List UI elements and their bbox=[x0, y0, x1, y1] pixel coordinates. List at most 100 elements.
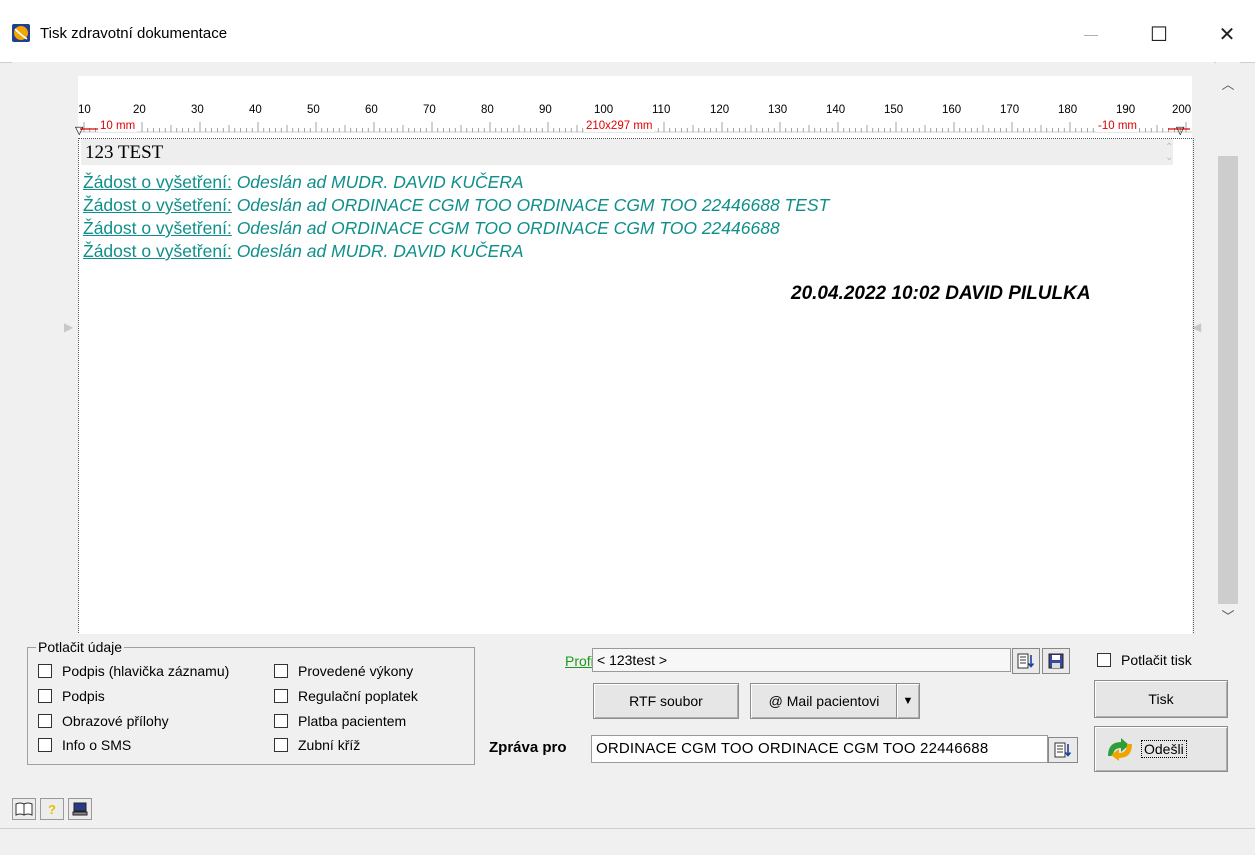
checkbox-label: Platba pacientem bbox=[298, 713, 407, 729]
rtf-file-button[interactable]: RTF soubor bbox=[593, 683, 739, 719]
request-link[interactable]: Žádost o vyšetření: bbox=[83, 218, 232, 238]
checkbox-potlacit-tisk[interactable]: Potlačit tisk bbox=[1097, 652, 1192, 668]
document-body[interactable]: 123 TEST ⌃ ⌄ Žádost o vyšetření: Odeslán … bbox=[78, 138, 1194, 634]
checkbox-label: Regulační poplatek bbox=[298, 688, 418, 704]
print-button[interactable]: Tisk bbox=[1094, 680, 1228, 718]
send-button-label: Odešli bbox=[1141, 740, 1187, 758]
left-margin-handle-icon[interactable]: ▽ bbox=[75, 124, 83, 137]
ruler-tick: 100 bbox=[594, 104, 614, 116]
checkbox-label: Obrazové přílohy bbox=[62, 713, 169, 729]
ruler-tick: 150 bbox=[884, 104, 904, 116]
ruler-tick: 160 bbox=[942, 104, 962, 116]
checkbox-box[interactable] bbox=[274, 664, 288, 678]
checkbox-regulacni-poplatek[interactable]: Regulační poplatek bbox=[274, 688, 418, 704]
ruler-tick: 60 bbox=[365, 104, 378, 116]
checkbox-podpis[interactable]: Podpis bbox=[38, 688, 105, 704]
checkbox-label: Zubní kříž bbox=[298, 737, 361, 753]
checkbox-zubni-kriz[interactable]: Zubní kříž bbox=[274, 737, 360, 753]
help-icon[interactable]: ? bbox=[40, 798, 64, 820]
entry-text: Odeslán ad ORDINACE CGM TOO ORDINACE CGM… bbox=[231, 195, 830, 215]
checkbox-box[interactable] bbox=[38, 664, 52, 678]
checkbox-label: Info o SMS bbox=[62, 737, 132, 753]
ruler-tick: 70 bbox=[423, 104, 436, 116]
ruler-tick: 10 bbox=[78, 104, 91, 116]
minimize-button[interactable]: — bbox=[1068, 14, 1114, 54]
checkbox-label: Potlačit tisk bbox=[1121, 652, 1192, 668]
checkbox-label: Podpis (hlavička záznamu) bbox=[62, 663, 230, 679]
ruler-tick: 110 bbox=[652, 104, 671, 116]
left-margin-arrow-icon: ▶ bbox=[64, 320, 74, 334]
checkbox-label: Podpis bbox=[62, 688, 105, 704]
signature-line: 20.04.2022 10:02 DAVID PILULKA bbox=[791, 283, 1091, 304]
checkbox-box[interactable] bbox=[1097, 653, 1111, 667]
ruler-tick: 190 bbox=[1116, 104, 1136, 116]
ruler-tick: 40 bbox=[249, 104, 262, 116]
checkbox-obrazove-prilohy[interactable]: Obrazové přílohy bbox=[38, 713, 169, 729]
window-title: Tisk zdravotní dokumentace bbox=[40, 25, 228, 42]
send-arrows-icon bbox=[1108, 738, 1132, 761]
status-bar bbox=[0, 828, 1255, 855]
paper-size-label: 210x297 mm bbox=[584, 120, 655, 132]
message-to-label: Zpráva pro bbox=[489, 739, 567, 756]
entry-line: Žádost o vyšetření: Odeslán ad MUDR. DAV… bbox=[83, 172, 524, 193]
document-header-title: 123 TEST bbox=[85, 142, 164, 163]
ruler: 10 20 30 40 50 60 70 80 90 100 110 120 1… bbox=[75, 90, 1192, 138]
entry-text: Odeslán ad MUDR. DAVID KUČERA bbox=[231, 172, 524, 192]
bottom-toolbar: ? bbox=[12, 798, 92, 820]
app-icon bbox=[12, 24, 30, 42]
ruler-tick: 200 bbox=[1172, 104, 1192, 116]
ruler-tick: 30 bbox=[191, 104, 204, 116]
entry-text: Odeslán ad ORDINACE CGM TOO ORDINACE CGM… bbox=[231, 218, 780, 238]
right-margin-handle-icon[interactable]: ▽ bbox=[1176, 124, 1184, 137]
request-link[interactable]: Žádost o vyšetření: bbox=[83, 195, 232, 215]
scrollbar-thumb[interactable] bbox=[1218, 156, 1238, 604]
ruler-tick: 130 bbox=[768, 104, 788, 116]
scroll-down-icon[interactable]: ﹀ bbox=[1216, 606, 1240, 630]
checkbox-box[interactable] bbox=[38, 738, 52, 752]
ruler-tick: 80 bbox=[481, 104, 494, 116]
send-button[interactable]: Odešli bbox=[1094, 726, 1228, 772]
scroll-up-icon[interactable]: ︿ bbox=[1216, 74, 1240, 98]
profile-field[interactable]: < 123test > bbox=[592, 648, 1011, 672]
ruler-tick: 50 bbox=[307, 104, 320, 116]
checkbox-box[interactable] bbox=[274, 738, 288, 752]
close-button[interactable]: ✕ bbox=[1204, 14, 1250, 54]
checkbox-box[interactable] bbox=[38, 714, 52, 728]
mail-dropdown-icon[interactable]: ▼ bbox=[896, 683, 920, 719]
ruler-tick: 170 bbox=[1000, 104, 1020, 116]
suppress-groupbox-legend: Potlačit údaje bbox=[36, 639, 125, 655]
checkbox-box[interactable] bbox=[274, 689, 288, 703]
entry-text: Odeslán ad MUDR. DAVID KUČERA bbox=[231, 241, 524, 261]
document-preview-area[interactable]: ▶ ◀ 10 20 30 40 50 60 70 80 90 100 110 1… bbox=[12, 62, 1214, 634]
checkbox-info-sms[interactable]: Info o SMS bbox=[38, 737, 131, 753]
header-spin-icon: ⌃ ⌄ bbox=[1165, 142, 1174, 163]
ruler-tick: 140 bbox=[826, 104, 846, 116]
entry-line: Žádost o vyšetření: Odeslán ad ORDINACE … bbox=[83, 195, 829, 216]
document-header: 123 TEST ⌃ ⌄ bbox=[81, 139, 1173, 165]
entry-line: Žádost o vyšetření: Odeslán ad MUDR. DAV… bbox=[83, 241, 524, 262]
book-icon[interactable] bbox=[12, 798, 36, 820]
maximize-button[interactable]: ☐ bbox=[1136, 14, 1182, 54]
checkbox-provedene-vykony[interactable]: Provedené výkony bbox=[274, 663, 413, 679]
message-list-icon[interactable] bbox=[1048, 737, 1078, 763]
left-margin-label: 10 mm bbox=[98, 120, 138, 132]
ruler-tick: 90 bbox=[539, 104, 552, 116]
checkbox-box[interactable] bbox=[38, 689, 52, 703]
mail-patient-button[interactable]: @ Mail pacientovi bbox=[750, 683, 898, 719]
request-link[interactable]: Žádost o vyšetření: bbox=[83, 241, 232, 261]
profile-list-icon[interactable] bbox=[1012, 648, 1040, 674]
entry-line: Žádost o vyšetření: Odeslán ad ORDINACE … bbox=[83, 218, 780, 239]
document-page: 10 20 30 40 50 60 70 80 90 100 110 120 1… bbox=[75, 76, 1194, 634]
checkbox-box[interactable] bbox=[274, 714, 288, 728]
request-link[interactable]: Žádost o vyšetření: bbox=[83, 172, 232, 192]
ruler-tick: 120 bbox=[710, 104, 730, 116]
checkbox-platba-pacientem[interactable]: Platba pacientem bbox=[274, 713, 406, 729]
right-margin-label: -10 mm bbox=[1096, 120, 1139, 132]
checkbox-label: Provedené výkony bbox=[298, 663, 414, 679]
ruler-tick: 20 bbox=[133, 104, 146, 116]
message-to-field[interactable]: ORDINACE CGM TOO ORDINACE CGM TOO 224466… bbox=[591, 735, 1048, 763]
ruler-tick: 180 bbox=[1058, 104, 1078, 116]
checkbox-podpis-hlavicka[interactable]: Podpis (hlavička záznamu) bbox=[38, 663, 229, 679]
profile-save-icon[interactable] bbox=[1042, 648, 1070, 674]
computer-icon[interactable] bbox=[68, 798, 92, 820]
